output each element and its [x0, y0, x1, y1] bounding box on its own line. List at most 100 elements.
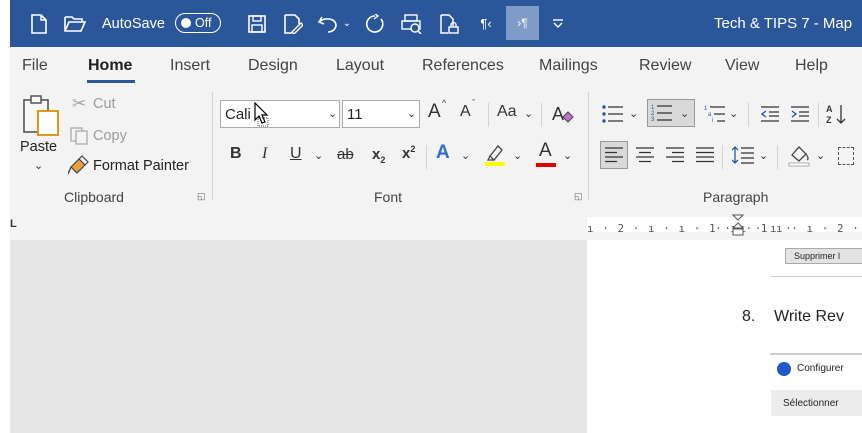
open-folder-icon[interactable] — [60, 0, 90, 47]
numbering-icon: 123 — [651, 104, 673, 127]
word-window: AutoSave Off ⌄ ¶‹ ›¶ Tech & TIPS 7 - Map — [10, 0, 862, 433]
highlighter-icon[interactable] — [484, 143, 506, 172]
tab-references[interactable]: References — [422, 57, 504, 75]
bullets-dropdown-icon[interactable]: ⌄ — [629, 107, 638, 120]
clipboard-group-label: Clipboard — [64, 189, 124, 205]
bold-button[interactable]: B — [230, 145, 242, 163]
active-tab-indicator — [87, 80, 135, 83]
save-icon[interactable] — [242, 0, 272, 47]
line-spacing-dropdown-icon[interactable]: ⌄ — [759, 149, 768, 162]
copy-icon[interactable] — [70, 127, 90, 150]
font-name-input[interactable]: Cali — [220, 100, 340, 128]
shrink-font-caret-icon: ˇ — [472, 98, 475, 108]
divider — [541, 103, 542, 127]
borders-icon[interactable] — [838, 147, 854, 165]
divider — [818, 103, 819, 127]
numbering-dropdown-icon[interactable]: ⌄ — [680, 107, 689, 120]
grow-font-caret-icon: ^ — [442, 98, 447, 108]
toggle-knob — [181, 18, 191, 28]
customize-toolbar-icon[interactable] — [547, 0, 569, 47]
svg-text:Z: Z — [826, 115, 832, 125]
paste-button[interactable]: Paste — [20, 139, 57, 155]
tab-mailings[interactable]: Mailings — [539, 57, 598, 75]
superscript-button[interactable]: x2 — [402, 144, 415, 162]
document-title: Tech & TIPS 7 - Map — [714, 15, 853, 32]
underline-dropdown-icon[interactable]: ⌄ — [314, 149, 323, 162]
justify-icon[interactable] — [696, 147, 714, 168]
strikethrough-button[interactable]: ab — [337, 146, 354, 163]
paste-dropdown-icon[interactable]: ⌄ — [34, 159, 43, 172]
svg-text:3: 3 — [651, 117, 655, 122]
shading-icon[interactable] — [788, 143, 810, 172]
font-size-value: 11 — [347, 105, 363, 123]
redo-icon[interactable] — [362, 0, 388, 47]
divider — [488, 103, 489, 127]
tab-view[interactable]: View — [725, 57, 759, 75]
tab-selector-icon[interactable]: L — [10, 218, 17, 230]
line-spacing-icon[interactable] — [731, 145, 754, 170]
autosave-toggle[interactable]: Off — [175, 13, 221, 33]
divider — [748, 103, 749, 127]
change-case-dropdown-icon[interactable]: ⌄ — [524, 107, 533, 120]
clear-formatting-icon[interactable]: A — [551, 103, 575, 130]
tab-help[interactable]: Help — [795, 57, 828, 75]
copy-button[interactable]: Copy — [93, 128, 127, 144]
font-name-value: Cali — [225, 105, 251, 123]
list-text: Write Rev — [774, 308, 844, 325]
format-painter-button[interactable]: Format Painter — [93, 158, 189, 174]
underline-button[interactable]: U — [290, 145, 302, 163]
pilcrow-toggle-icon[interactable]: ›¶ — [506, 6, 539, 40]
font-color-button[interactable]: A — [539, 140, 552, 162]
ribbon-tabs: File Home Insert Design Layout Reference… — [10, 47, 862, 87]
tab-design[interactable]: Design — [248, 57, 298, 75]
document-page[interactable]: Supprimer l 8. Write Rev Configurer Séle… — [587, 240, 862, 433]
italic-button[interactable]: I — [262, 145, 267, 163]
edit-document-icon[interactable] — [278, 0, 308, 47]
font-launcher-icon[interactable]: ◱ — [574, 191, 584, 201]
print-preview-icon[interactable] — [398, 0, 426, 47]
increase-indent-icon[interactable] — [790, 105, 810, 128]
shrink-font-icon[interactable]: A — [460, 103, 471, 121]
bullets-icon[interactable] — [602, 105, 624, 128]
font-name-dropdown-icon[interactable]: ⌄ — [328, 107, 337, 120]
sort-icon[interactable]: AZ — [826, 103, 848, 130]
undo-dropdown-icon[interactable]: ⌄ — [341, 0, 353, 47]
paste-icon[interactable] — [22, 94, 62, 136]
svg-text:A: A — [826, 104, 833, 114]
font-color-dropdown-icon[interactable]: ⌄ — [563, 149, 572, 162]
text-effects-dropdown-icon[interactable]: ⌄ — [461, 149, 470, 162]
tab-home[interactable]: Home — [88, 57, 132, 75]
subscript-button[interactable]: x2 — [372, 146, 385, 165]
svg-text:i: i — [712, 118, 713, 123]
format-painter-icon[interactable] — [67, 155, 90, 180]
tab-layout[interactable]: Layout — [336, 57, 384, 75]
text-effects-button[interactable]: A — [436, 142, 450, 164]
horizontal-ruler[interactable]: ı · 2 · ı · ı · 1 · ı · ı · · ı · 1 ı · … — [587, 214, 862, 236]
show-formatting-icon[interactable]: ¶‹ — [472, 0, 500, 47]
new-document-icon[interactable] — [24, 0, 54, 47]
tab-file[interactable]: File — [22, 57, 48, 75]
scissors-icon[interactable]: ✂ — [72, 94, 86, 114]
indent-markers-icon[interactable] — [731, 214, 745, 238]
shading-dropdown-icon[interactable]: ⌄ — [816, 149, 825, 162]
align-center-icon[interactable] — [636, 147, 654, 168]
subscript-index: 2 — [380, 155, 386, 165]
change-case-icon[interactable]: Aa — [497, 103, 517, 121]
align-right-icon[interactable] — [666, 147, 684, 168]
font-size-dropdown-icon[interactable]: ⌄ — [407, 107, 416, 120]
svg-text:A: A — [552, 104, 564, 124]
clipboard-launcher-icon[interactable]: ◱ — [197, 191, 207, 201]
tab-insert[interactable]: Insert — [170, 57, 210, 75]
multilevel-dropdown-icon[interactable]: ⌄ — [729, 107, 738, 120]
document-workspace — [10, 240, 587, 433]
paragraph-group-label: Paragraph — [703, 189, 769, 205]
cut-button[interactable]: Cut — [93, 96, 116, 112]
font-group-label: Font — [374, 189, 403, 205]
grow-font-icon[interactable]: A — [428, 101, 441, 123]
tab-review[interactable]: Review — [639, 57, 691, 75]
decrease-indent-icon[interactable] — [760, 105, 780, 128]
document-lock-icon[interactable] — [435, 0, 463, 47]
undo-icon[interactable] — [315, 0, 341, 47]
multilevel-list-icon[interactable]: 1ai — [704, 105, 726, 128]
highlight-dropdown-icon[interactable]: ⌄ — [513, 149, 522, 162]
